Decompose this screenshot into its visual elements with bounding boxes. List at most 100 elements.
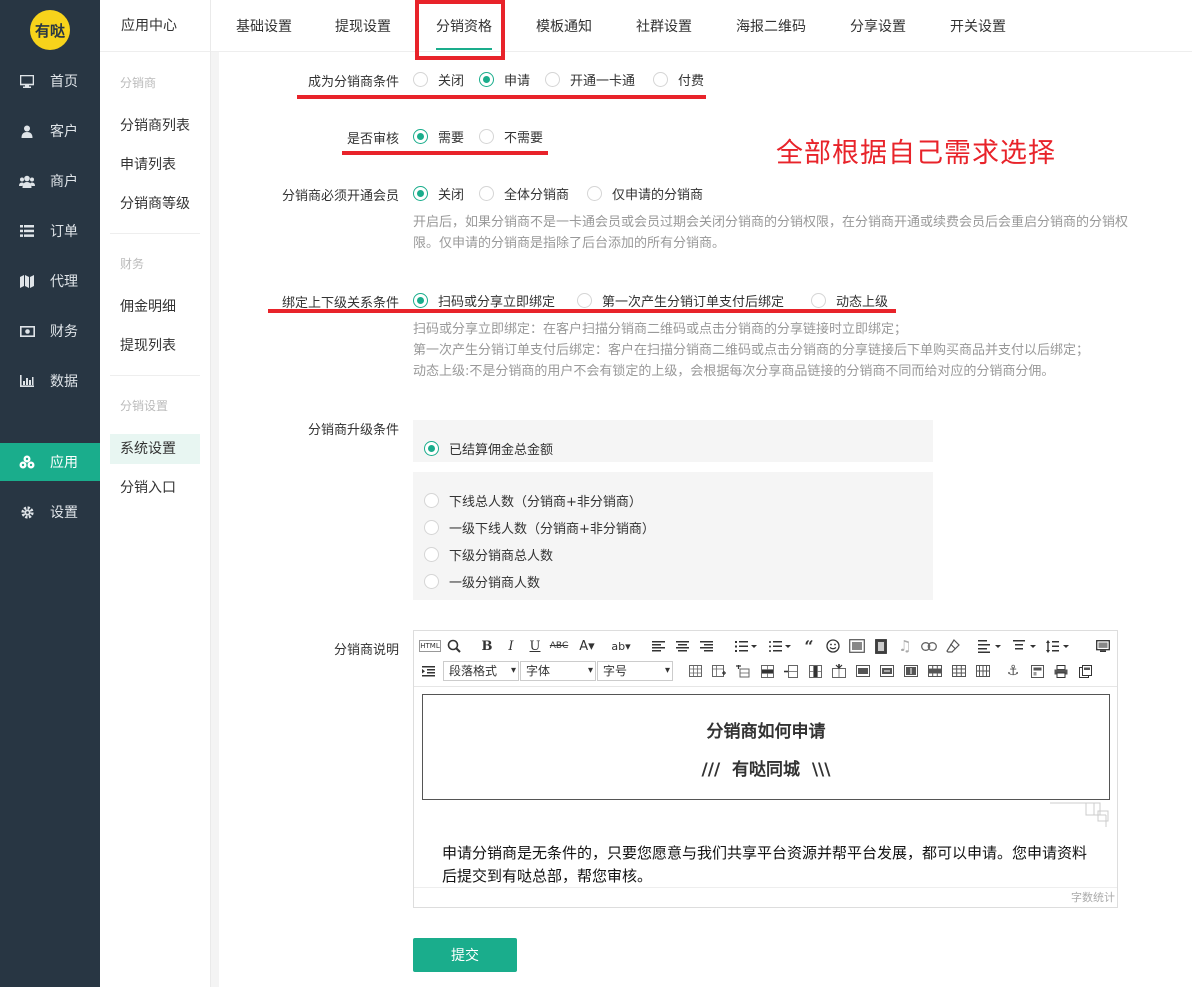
tab-basic-settings[interactable]: 基础设置	[236, 0, 292, 52]
font-size-select[interactable]: 字号	[597, 661, 673, 681]
nav-item-orders[interactable]: 订单	[0, 212, 100, 250]
radio-label: 扫码或分享立即绑定	[438, 295, 556, 310]
video-icon[interactable]	[872, 637, 890, 655]
line-height-icon[interactable]	[976, 637, 1004, 655]
nav-item-data[interactable]: 数据	[0, 362, 100, 400]
radio-label: 不需要	[504, 131, 544, 146]
nav-item-apps[interactable]: 应用	[0, 443, 100, 481]
eraser-icon[interactable]	[944, 637, 962, 655]
radio-label: 下线总人数（分销商+非分销商）	[449, 495, 642, 510]
nav-item-home[interactable]: 首页	[0, 62, 100, 100]
radio-circle	[424, 441, 439, 456]
radio-upgrade-sub-distributors[interactable]: 下级分销商总人数	[424, 545, 553, 564]
underline-icon[interactable]: U	[527, 637, 543, 655]
template-icon[interactable]	[1028, 662, 1046, 680]
monitor-icon	[19, 73, 35, 89]
font-color-icon[interactable]: A▾	[574, 637, 600, 655]
nav-item-settings[interactable]: 设置	[0, 493, 100, 531]
nav-item-customers[interactable]: 客户	[0, 112, 100, 150]
radio-label: 已结算佣金总金额	[449, 443, 554, 458]
split-rows-icon[interactable]	[950, 662, 968, 680]
paragraph-spacing-icon[interactable]	[1011, 637, 1039, 655]
tab-poster-qrcode[interactable]: 海报二维码	[736, 0, 806, 52]
row-spacing-icon[interactable]	[1044, 637, 1072, 655]
split-cells-icon[interactable]	[926, 662, 944, 680]
radio-become-apply[interactable]: 申请	[479, 70, 530, 89]
italic-icon[interactable]: I	[503, 637, 519, 655]
tab-template-notice[interactable]: 模板通知	[536, 0, 592, 52]
delete-column-icon[interactable]	[830, 662, 848, 680]
insert-table-icon[interactable]	[686, 662, 704, 680]
radio-bind-immediate[interactable]: 扫码或分享立即绑定	[413, 291, 555, 310]
radio-member-applied[interactable]: 仅申请的分销商	[587, 184, 703, 203]
radio-bind-dynamic[interactable]: 动态上级	[811, 291, 888, 310]
tab-withdraw-settings[interactable]: 提现设置	[335, 0, 391, 52]
become-condition-label: 成为分销商条件	[307, 75, 399, 90]
insert-column-icon[interactable]	[806, 662, 824, 680]
tab-switch-settings[interactable]: 开关设置	[950, 0, 1006, 52]
align-center-icon[interactable]	[674, 637, 690, 655]
delete-row-icon[interactable]	[782, 662, 800, 680]
radio-member-all[interactable]: 全体分销商	[479, 184, 569, 203]
merge-right-icon[interactable]	[878, 662, 896, 680]
nav-item-agents[interactable]: 代理	[0, 262, 100, 300]
tab-community-settings[interactable]: 社群设置	[636, 0, 692, 52]
split-cols-icon[interactable]	[974, 662, 992, 680]
sub-item-commission-detail[interactable]: 佣金明细	[110, 292, 200, 322]
ordered-list-icon[interactable]	[732, 637, 760, 655]
nav-label: 商户	[50, 174, 78, 190]
blockquote-icon[interactable]: “	[800, 637, 818, 656]
bold-icon[interactable]: B	[479, 637, 495, 655]
music-icon[interactable]: ♫	[896, 637, 914, 655]
radio-audit-not-required[interactable]: 不需要	[479, 127, 543, 146]
sub-item-withdraw-list[interactable]: 提现列表	[110, 331, 200, 361]
print-icon[interactable]	[1052, 662, 1070, 680]
radio-become-paid[interactable]: 付费	[653, 70, 704, 89]
merge-cells-icon[interactable]	[854, 662, 872, 680]
insert-row-icon[interactable]	[758, 662, 776, 680]
table-insert-icon[interactable]	[710, 662, 728, 680]
submit-button[interactable]: 提交	[413, 938, 517, 972]
fullscreen-icon[interactable]	[1094, 637, 1112, 655]
radio-audit-required[interactable]: 需要	[413, 127, 464, 146]
nav-item-finance[interactable]: 财务	[0, 312, 100, 350]
sub-item-distribution-entry[interactable]: 分销入口	[110, 473, 200, 503]
highlight-color-icon[interactable]: ab▾	[606, 637, 636, 655]
link-icon[interactable]	[920, 637, 938, 655]
preview-icon[interactable]	[445, 637, 463, 655]
sub-item-application-list[interactable]: 申请列表	[110, 150, 200, 180]
radio-bind-after-pay[interactable]: 第一次产生分销订单支付后绑定	[577, 291, 784, 310]
nav-label: 数据	[50, 374, 78, 390]
unordered-list-icon[interactable]	[766, 637, 794, 655]
radio-member-close[interactable]: 关闭	[413, 184, 464, 203]
editor-content-text[interactable]: 申请分销商是无条件的，只要您愿意与我们共享平台资源并帮平台发展，都可以申请。您申…	[442, 842, 1092, 888]
app-logo[interactable]: 有哒	[30, 10, 70, 50]
tab-share-settings[interactable]: 分享设置	[850, 0, 906, 52]
paragraph-format-select[interactable]: 段落格式	[443, 661, 519, 681]
sub-item-distributor-list[interactable]: 分销商列表	[110, 111, 200, 141]
sub-item-system-settings[interactable]: 系统设置	[110, 434, 200, 464]
html-source-button[interactable]: HTML	[419, 640, 441, 652]
radio-circle	[424, 547, 439, 562]
radio-become-card[interactable]: 开通一卡通	[545, 70, 635, 89]
sub-item-distributor-level[interactable]: 分销商等级	[110, 189, 200, 219]
emoji-icon[interactable]	[824, 637, 842, 655]
insert-paragraph-icon[interactable]	[734, 662, 752, 680]
radio-become-close[interactable]: 关闭	[413, 70, 464, 89]
draft-icon[interactable]	[1076, 662, 1094, 680]
radio-upgrade-first-downline[interactable]: 一级下线人数（分销商+非分销商）	[424, 518, 655, 537]
nav-label: 应用	[50, 455, 78, 471]
indent-icon[interactable]	[419, 662, 437, 680]
merge-down-icon[interactable]	[902, 662, 920, 680]
image-icon[interactable]	[848, 637, 866, 655]
strikethrough-icon[interactable]: ABC	[550, 637, 568, 655]
font-family-select[interactable]: 字体	[520, 661, 596, 681]
radio-upgrade-commission[interactable]: 已结算佣金总金额	[424, 439, 553, 458]
anchor-icon[interactable]: ⚓	[1004, 662, 1022, 680]
radio-upgrade-total-downline[interactable]: 下线总人数（分销商+非分销商）	[424, 491, 642, 510]
radio-circle	[577, 293, 592, 308]
align-right-icon[interactable]	[698, 637, 714, 655]
radio-upgrade-first-distributors[interactable]: 一级分销商人数	[424, 572, 540, 591]
nav-item-merchants[interactable]: 商户	[0, 162, 100, 200]
align-left-icon[interactable]	[650, 637, 666, 655]
